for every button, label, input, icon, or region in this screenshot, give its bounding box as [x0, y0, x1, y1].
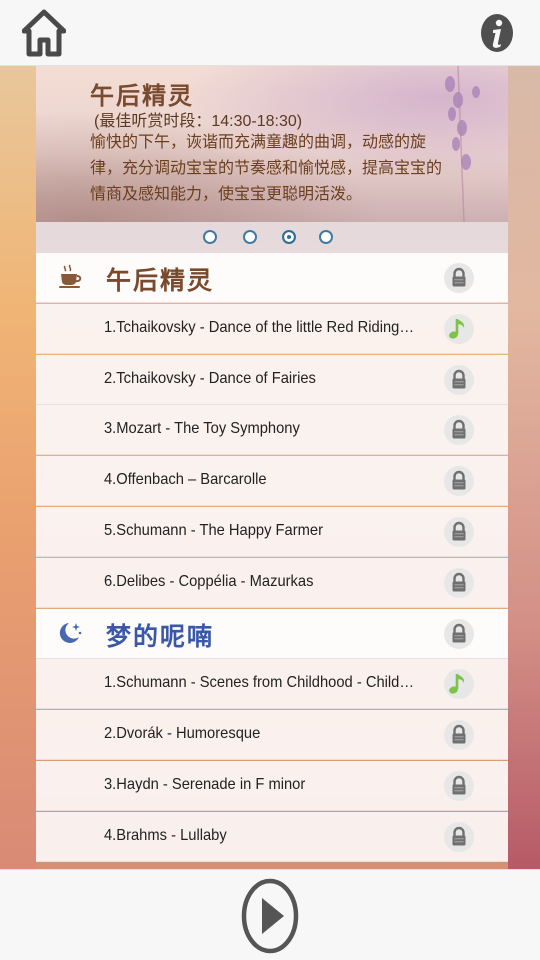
- banner-pager: [36, 222, 508, 253]
- lock-icon[interactable]: [444, 771, 474, 801]
- category-title: 梦的呢喃: [106, 622, 215, 651]
- song-title: 4.Brahms - Lullaby: [104, 826, 227, 844]
- song-row[interactable]: 2.Dvorák - Humoresque: [36, 710, 508, 761]
- song-title: 6.Delibes - Coppélia - Mazurkas: [104, 572, 314, 590]
- pager-dot[interactable]: [319, 230, 333, 244]
- song-row[interactable]: 3.Haydn - Serenade in F minor: [36, 761, 508, 811]
- lock-icon[interactable]: [444, 364, 474, 395]
- pager-dot[interactable]: [203, 230, 217, 244]
- music-note-icon[interactable]: [444, 669, 474, 700]
- lock-icon[interactable]: [444, 517, 474, 547]
- lock-icon[interactable]: [444, 567, 474, 598]
- song-title: 2.Tchaikovsky - Dance of Fairies: [104, 369, 316, 387]
- info-button[interactable]: [480, 12, 514, 54]
- song-row[interactable]: 1.Schumann - Scenes from Childhood - Chi…: [36, 659, 508, 710]
- song-row[interactable]: 5.Schumann - The Happy Farmer: [36, 507, 508, 557]
- music-note-icon[interactable]: [444, 313, 474, 344]
- banner-time: (最佳听赏时段：14:30-18:30): [94, 113, 303, 130]
- lock-icon[interactable]: [444, 415, 474, 446]
- lock-icon[interactable]: [444, 720, 474, 751]
- song-title: 4.Offenbach – Barcarolle: [104, 471, 267, 489]
- play-button[interactable]: [241, 878, 299, 954]
- background-left: [0, 66, 36, 870]
- info-icon: [481, 14, 513, 52]
- category-title: 午后精灵: [106, 267, 215, 295]
- bottom-bar: [0, 869, 540, 960]
- moon-stars-icon: [56, 619, 84, 647]
- category-header[interactable]: 午后精灵: [36, 253, 508, 303]
- song-list: 午后精灵 1.Tchaikovsky - Dance of the little …: [36, 253, 508, 869]
- home-icon: [21, 9, 67, 57]
- song-title: 1.Schumann - Scenes from Childhood - Chi…: [104, 674, 417, 692]
- lock-icon[interactable]: [444, 618, 474, 649]
- coffee-cup-icon: [56, 263, 84, 291]
- banner-title: 午后精灵: [90, 83, 194, 110]
- top-bar: [0, 0, 540, 66]
- pager-dot[interactable]: [243, 230, 257, 244]
- song-title: 1.Tchaikovsky - Dance of the little Red …: [104, 318, 417, 336]
- song-row[interactable]: 3.Mozart - The Toy Symphony: [36, 405, 508, 456]
- category-header[interactable]: 梦的呢喃: [36, 608, 508, 659]
- song-row[interactable]: 6.Delibes - Coppélia - Mazurkas: [36, 557, 508, 608]
- play-icon: [241, 878, 299, 954]
- lock-icon[interactable]: [444, 263, 474, 293]
- song-title: 3.Haydn - Serenade in F minor: [104, 776, 306, 793]
- song-title: 2.Dvorák - Humoresque: [104, 725, 261, 743]
- song-row[interactable]: 4.Brahms - Lullaby: [36, 811, 508, 862]
- home-button[interactable]: [21, 8, 67, 58]
- song-row[interactable]: 4.Offenbach – Barcarolle: [36, 456, 508, 507]
- lock-icon[interactable]: [444, 821, 474, 852]
- song-title: 3.Mozart - The Toy Symphony: [104, 420, 300, 438]
- song-row[interactable]: 1.Tchaikovsky - Dance of the little Red …: [36, 303, 508, 354]
- banner-description: 愉快的下午，诙谐而充满童趣的曲调，动感的旋律，充分调动宝宝的节奏感和愉悦感，提高…: [90, 134, 443, 203]
- pager-dot-active[interactable]: [282, 230, 296, 244]
- song-title: 5.Schumann - The Happy Farmer: [104, 522, 323, 539]
- lock-icon[interactable]: [444, 466, 474, 497]
- background-right: [508, 66, 540, 870]
- song-row[interactable]: 2.Tchaikovsky - Dance of Fairies: [36, 354, 508, 405]
- banner: 午后精灵 (最佳听赏时段：14:30-18:30) 愉快的下午，诙谐而充满童趣的…: [36, 66, 508, 222]
